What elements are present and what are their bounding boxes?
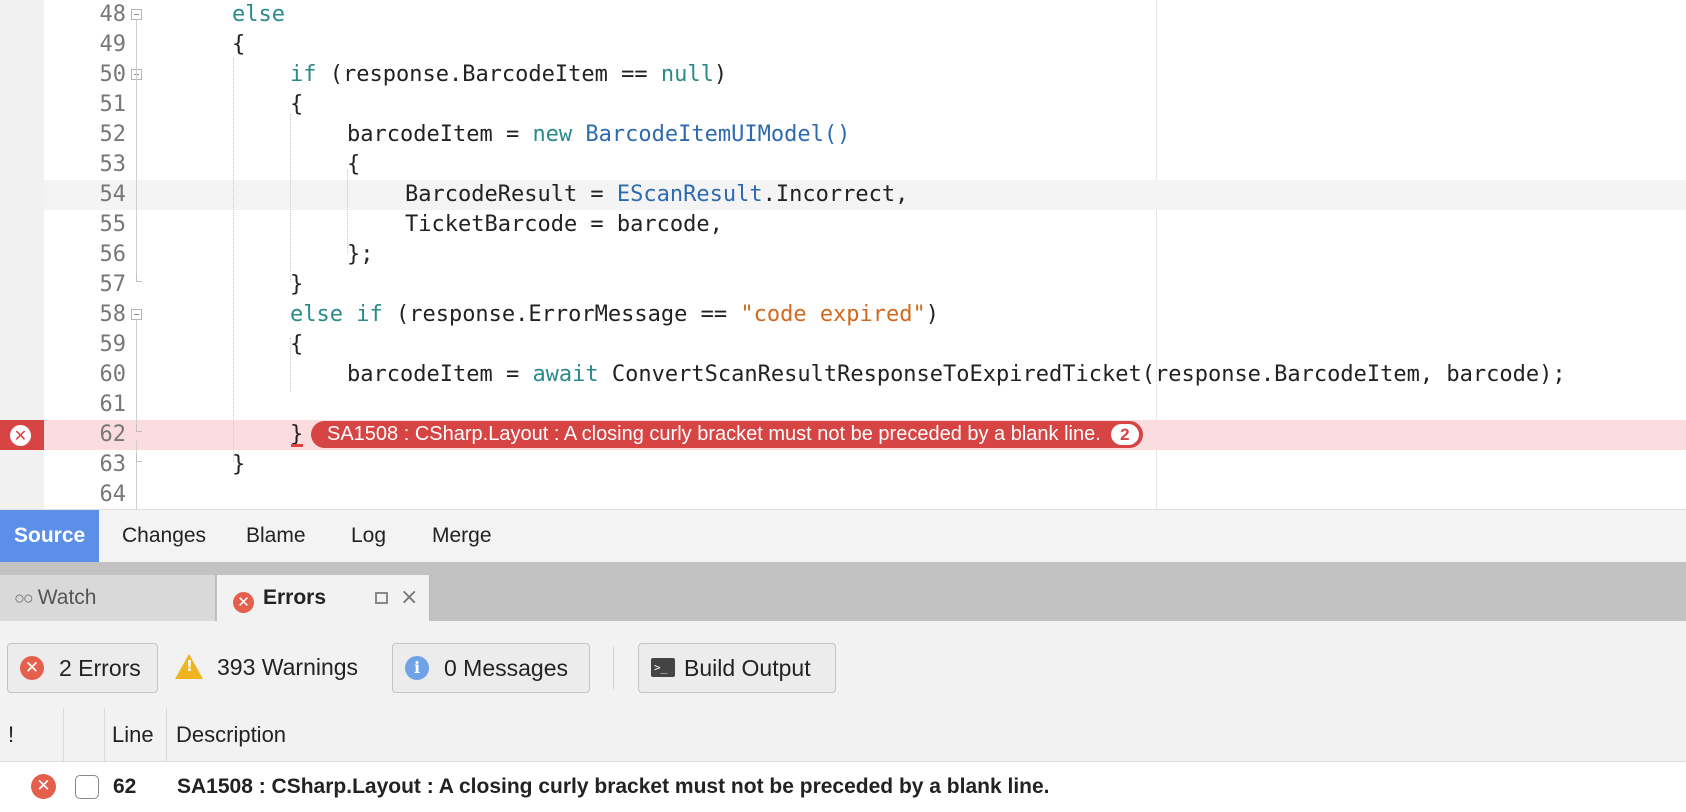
toolbar-separator	[613, 647, 614, 689]
tab-watch-label: Watch	[37, 586, 97, 609]
line-number: 51	[99, 92, 127, 117]
code-line-57: }	[290, 272, 304, 297]
column-divider	[166, 708, 167, 762]
editor-view-tabs: Source Changes Blame Log Merge	[0, 509, 1686, 562]
warnings-filter-label: 393 Warnings	[217, 654, 359, 680]
errors-filter-button[interactable]: ✕ 2 Errors	[7, 643, 158, 693]
line-number: 64	[99, 482, 127, 507]
table-row[interactable]: ✕ 62 SA1508 : CSharp.Layout : A closing …	[0, 762, 1686, 812]
error-icon: ✕	[233, 592, 254, 613]
line-number: 52	[99, 122, 127, 147]
fold-region-line	[136, 20, 137, 280]
tab-log[interactable]: Log	[351, 510, 386, 562]
column-header-line[interactable]: Line	[112, 708, 154, 762]
fold-toggle-icon[interactable]	[131, 309, 142, 320]
tab-errors-label: Errors	[263, 586, 327, 609]
errors-filter-label: 2 Errors	[59, 655, 141, 681]
error-squiggle	[291, 444, 303, 447]
gutter-error-marker[interactable]: ✕	[0, 420, 44, 450]
code-editor[interactable]: 48 49 50 51 52 53 54 55 56 57 58 59 60 6…	[0, 0, 1686, 509]
messages-filter-label: 0 Messages	[444, 655, 569, 681]
terminal-icon: >_	[651, 658, 675, 677]
code-line-50: if (response.BarcodeItem == null)	[290, 62, 728, 87]
line-number: 63	[99, 452, 127, 477]
line-number: 62	[99, 422, 127, 447]
code-line-56: };	[347, 242, 374, 267]
pad-tab-strip: ○○ Watch ✕ Errors ×	[0, 562, 1686, 621]
indent-guide	[233, 58, 234, 462]
code-line-48: else	[232, 2, 285, 27]
row-description: SA1508 : CSharp.Layout : A closing curly…	[177, 775, 1050, 798]
line-number: 53	[99, 152, 127, 177]
code-line-52: barcodeItem = new BarcodeItemUIModel()	[347, 122, 851, 147]
column-divider	[63, 708, 64, 762]
build-output-button[interactable]: >_ Build Output	[638, 643, 836, 693]
tab-blame[interactable]: Blame	[246, 510, 306, 562]
line-number: 55	[99, 212, 127, 237]
fold-region-line	[136, 320, 137, 430]
dock-icon[interactable]	[375, 592, 388, 604]
line-number: 56	[99, 242, 127, 267]
code-line-58: else if (response.ErrorMessage == "code …	[290, 302, 940, 327]
line-number: 61	[99, 392, 127, 417]
warnings-filter-button[interactable]: ! 393 Warnings	[175, 643, 380, 693]
messages-filter-button[interactable]: i 0 Messages	[392, 643, 590, 693]
line-number: 60	[99, 362, 127, 387]
build-output-label: Build Output	[684, 655, 811, 681]
code-line-49: {	[232, 32, 246, 57]
tab-changes[interactable]: Changes	[122, 510, 206, 562]
fold-end-marker	[136, 274, 142, 282]
close-icon[interactable]: ×	[400, 575, 418, 621]
code-line-63: }	[232, 452, 246, 477]
column-header-description[interactable]: Description	[176, 708, 286, 762]
code-line-53: {	[347, 152, 361, 177]
line-number: 54	[99, 182, 127, 207]
code-line-51: {	[290, 92, 304, 117]
line-number: 49	[99, 32, 127, 57]
fold-end-marker	[136, 454, 142, 462]
tab-watch[interactable]: ○○ Watch	[0, 575, 216, 621]
error-icon: ✕	[31, 774, 56, 799]
glasses-icon: ○○	[14, 588, 34, 608]
line-number: 48	[99, 2, 127, 27]
line-number: 59	[99, 332, 127, 357]
error-icon: ✕	[20, 656, 44, 680]
indent-guide	[290, 114, 291, 282]
errors-toolbar: ✕ 2 Errors ! 393 Warnings i 0 Messages >…	[0, 621, 1686, 708]
error-list-header: ! Line Description	[0, 708, 1686, 762]
code-line-54: BarcodeResult = EScanResult.Incorrect,	[405, 182, 909, 207]
tab-errors[interactable]: ✕ Errors ×	[217, 575, 430, 621]
row-line-number: 62	[113, 775, 137, 798]
fold-region-line	[136, 440, 137, 509]
fold-end-marker	[136, 424, 142, 432]
row-checkbox[interactable]	[75, 775, 99, 799]
inline-error-message: SA1508 : CSharp.Layout : A closing curly…	[327, 423, 1101, 445]
column-divider	[104, 708, 105, 762]
code-line-60: barcodeItem = await ConvertScanResultRes…	[347, 362, 1566, 387]
inline-error-count: 2	[1110, 424, 1139, 445]
error-icon: ✕	[10, 425, 31, 446]
line-number: 58	[99, 302, 127, 327]
warning-icon-mark: !	[186, 657, 193, 675]
tab-source[interactable]: Source	[0, 510, 100, 562]
code-line-59: {	[290, 332, 304, 357]
fold-toggle-icon[interactable]	[131, 9, 142, 20]
line-number: 50	[99, 62, 127, 87]
info-icon: i	[405, 656, 429, 680]
code-line-55: TicketBarcode = barcode,	[405, 212, 723, 237]
column-header-severity[interactable]: !	[8, 708, 14, 762]
line-number: 57	[99, 272, 127, 297]
tab-merge[interactable]: Merge	[432, 510, 492, 562]
inline-error-bubble[interactable]: SA1508 : CSharp.Layout : A closing curly…	[311, 421, 1143, 448]
